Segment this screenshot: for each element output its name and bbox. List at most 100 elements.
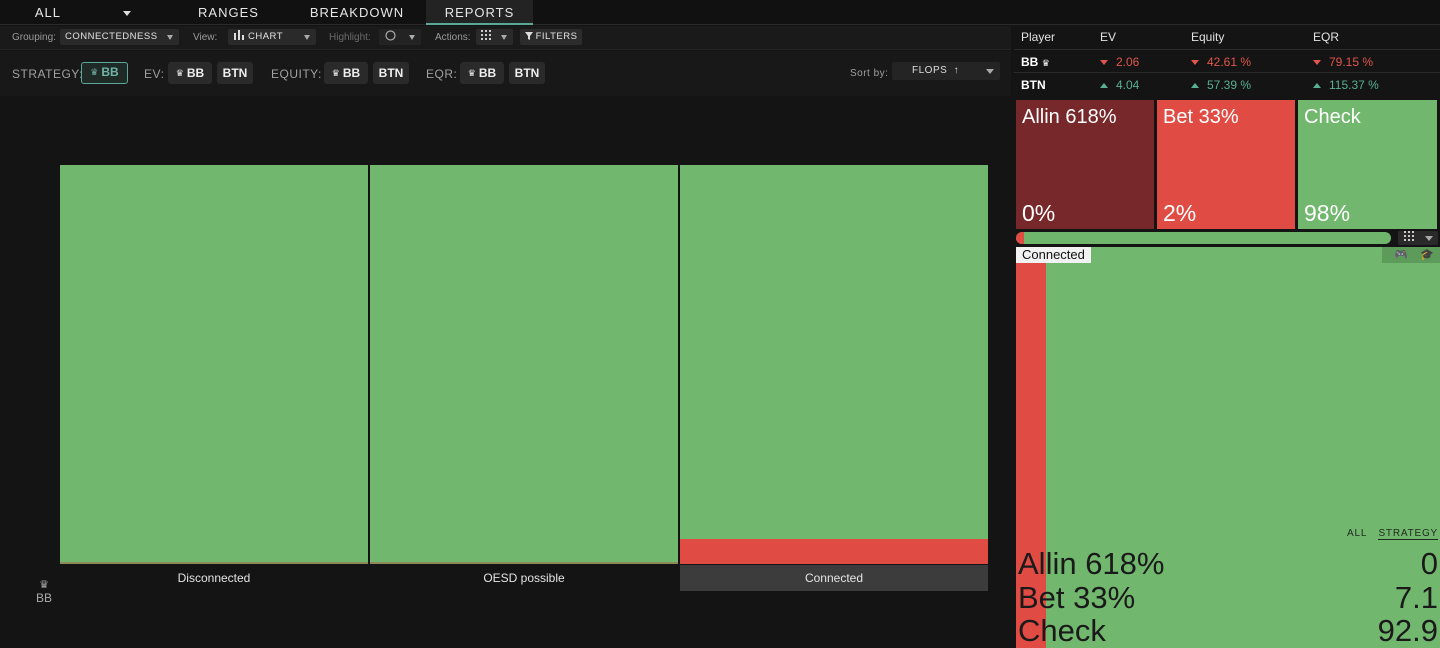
highlight-select[interactable]: [379, 29, 421, 45]
ev-label: EV:: [144, 67, 165, 81]
graduation-cap-icon[interactable]: 🎓: [1420, 247, 1434, 263]
chart-column-label[interactable]: Connected: [680, 565, 988, 591]
eqr-cell: 115.37 %: [1313, 78, 1379, 92]
detail-tabs: ALL STRATEGY: [1339, 528, 1438, 540]
chart-column[interactable]: [60, 165, 368, 564]
down-arrow-icon: [1100, 60, 1108, 65]
view-select[interactable]: CHART: [228, 29, 316, 45]
actions-label: Actions:: [435, 32, 471, 43]
chart-axis-player: ♛ BB: [32, 579, 56, 605]
crown-icon: ♛: [90, 67, 99, 77]
equity-btn-button[interactable]: BTN: [373, 62, 409, 84]
bar-chart-icon: [234, 30, 244, 40]
detail-action-name: Bet 33%: [1018, 580, 1136, 615]
table-row: BTN 4.04 57.39 % 115.37 %: [1014, 72, 1440, 94]
detail-action-name: Check: [1018, 613, 1106, 648]
check-bar: [370, 165, 678, 562]
eqr-label: EQR:: [426, 67, 458, 81]
action-card-check[interactable]: Check 98%: [1298, 100, 1437, 229]
detail-row-check: Check 92.9: [1018, 613, 1438, 648]
sort-label: Sort by:: [850, 68, 889, 79]
eqr-btn-button[interactable]: BTN: [509, 62, 545, 84]
ev-cell: 2.06: [1100, 55, 1139, 69]
tab-all[interactable]: ALL: [0, 0, 166, 25]
col-header-equity: Equity: [1191, 30, 1225, 44]
detail-row-allin: Allin 618% 0: [1018, 546, 1438, 581]
filter-icon: [524, 32, 533, 40]
grid-icon: [1404, 231, 1414, 241]
strategy-label: STRATEGY:: [12, 67, 83, 81]
group-detail-panel: Connected 🎮 🎓 ALL STRATEGY Allin 618% 0 …: [1016, 247, 1440, 648]
report-toolbar: Grouping: CONNECTEDNESS View: CHART High…: [0, 26, 1011, 50]
chevron-down-icon: [409, 35, 415, 40]
chevron-down-icon: [1425, 236, 1433, 241]
chart-column-label[interactable]: OESD possible: [370, 565, 678, 591]
tab-all-detail[interactable]: ALL: [1347, 528, 1367, 539]
bet-progress-fill: [1016, 232, 1024, 244]
ev-cell: 4.04: [1100, 78, 1139, 92]
tab-breakdown[interactable]: BREAKDOWN: [291, 0, 423, 25]
detail-icons: 🎮 🎓: [1382, 247, 1440, 263]
crown-icon: ♛: [39, 579, 49, 591]
ev-bb-label: BB: [186, 66, 205, 80]
up-arrow-icon: [1100, 83, 1108, 88]
detail-row-bet: Bet 33% 7.1: [1018, 580, 1438, 615]
grouping-select[interactable]: CONNECTEDNESS: [60, 29, 179, 45]
grouping-value: CONNECTEDNESS: [65, 31, 158, 42]
grouping-label: Grouping:: [12, 32, 56, 43]
strategy-bar: STRATEGY: ♛ BB EV: ♛ BB BTN EQUITY: ♛ BB BT…: [0, 51, 1011, 96]
crown-icon: ♛: [331, 68, 340, 78]
equity-cell: 57.39 %: [1191, 78, 1251, 92]
strategy-chart: ♛ BB Disconnected OESD possible Connected: [0, 96, 1011, 648]
chevron-down-icon: [986, 69, 994, 74]
actions-select[interactable]: [476, 29, 513, 45]
filters-button[interactable]: FILTERS: [520, 29, 582, 45]
detail-action-name: Allin 618%: [1018, 546, 1165, 581]
player-stats-table: Player EV Equity EQR BB ♛ 2.06 42.61 % 7…: [1014, 26, 1440, 96]
tab-reports[interactable]: REPORTS: [426, 0, 533, 25]
sort-select[interactable]: FLOPS ↑: [892, 62, 1000, 80]
circle-icon: [385, 30, 396, 41]
group-tag: Connected: [1016, 247, 1091, 263]
crown-icon: ♛: [175, 68, 184, 78]
action-card-bet[interactable]: Bet 33% 2%: [1157, 100, 1295, 229]
equity-bb-button[interactable]: ♛ BB: [324, 62, 368, 84]
action-name: Check: [1304, 106, 1361, 128]
table-row: BB ♛ 2.06 42.61 % 79.15 %: [1014, 49, 1440, 71]
ev-btn-button[interactable]: BTN: [217, 62, 253, 84]
chart-column[interactable]: [680, 165, 988, 564]
check-bar: [60, 165, 368, 562]
strategy-progress-bar: [1016, 232, 1391, 244]
highlight-label: Highlight:: [329, 32, 371, 43]
equity-label: EQUITY:: [271, 67, 322, 81]
eqr-bb-button[interactable]: ♛ BB: [460, 62, 504, 84]
action-card-allin[interactable]: Allin 618% 0%: [1016, 100, 1154, 229]
down-arrow-icon: [1313, 60, 1321, 65]
bet-bar: [680, 539, 988, 564]
action-name: Allin 618%: [1022, 106, 1117, 128]
eqr-cell: 79.15 %: [1313, 55, 1373, 69]
chevron-down-icon: [501, 35, 507, 40]
col-header-ev: EV: [1100, 30, 1117, 44]
equity-cell: 42.61 %: [1191, 55, 1251, 69]
chart-column-label[interactable]: Disconnected: [60, 565, 368, 591]
detail-action-value: 92.9: [1377, 613, 1438, 648]
layout-select[interactable]: [1398, 231, 1438, 245]
action-percent: 0%: [1022, 200, 1056, 226]
check-bar: [680, 165, 988, 539]
chart-column[interactable]: [370, 165, 678, 564]
crown-icon: ♛: [467, 68, 476, 78]
grid-icon: [481, 30, 491, 40]
bet-bar: [370, 562, 678, 564]
axis-player-label: BB: [35, 591, 52, 605]
view-value: CHART: [248, 31, 284, 42]
detail-action-value: 0: [1420, 546, 1438, 581]
tab-strategy-detail[interactable]: STRATEGY: [1378, 528, 1438, 540]
eqr-bb-label: BB: [478, 66, 497, 80]
top-nav: ALL RANGES BREAKDOWN REPORTS: [0, 0, 1440, 25]
tab-ranges[interactable]: RANGES: [166, 0, 291, 25]
gamepad-icon[interactable]: 🎮: [1394, 247, 1408, 263]
sort-value: FLOPS: [912, 65, 948, 76]
strategy-bb-button[interactable]: ♛ BB: [81, 62, 128, 84]
ev-bb-button[interactable]: ♛ BB: [168, 62, 212, 84]
